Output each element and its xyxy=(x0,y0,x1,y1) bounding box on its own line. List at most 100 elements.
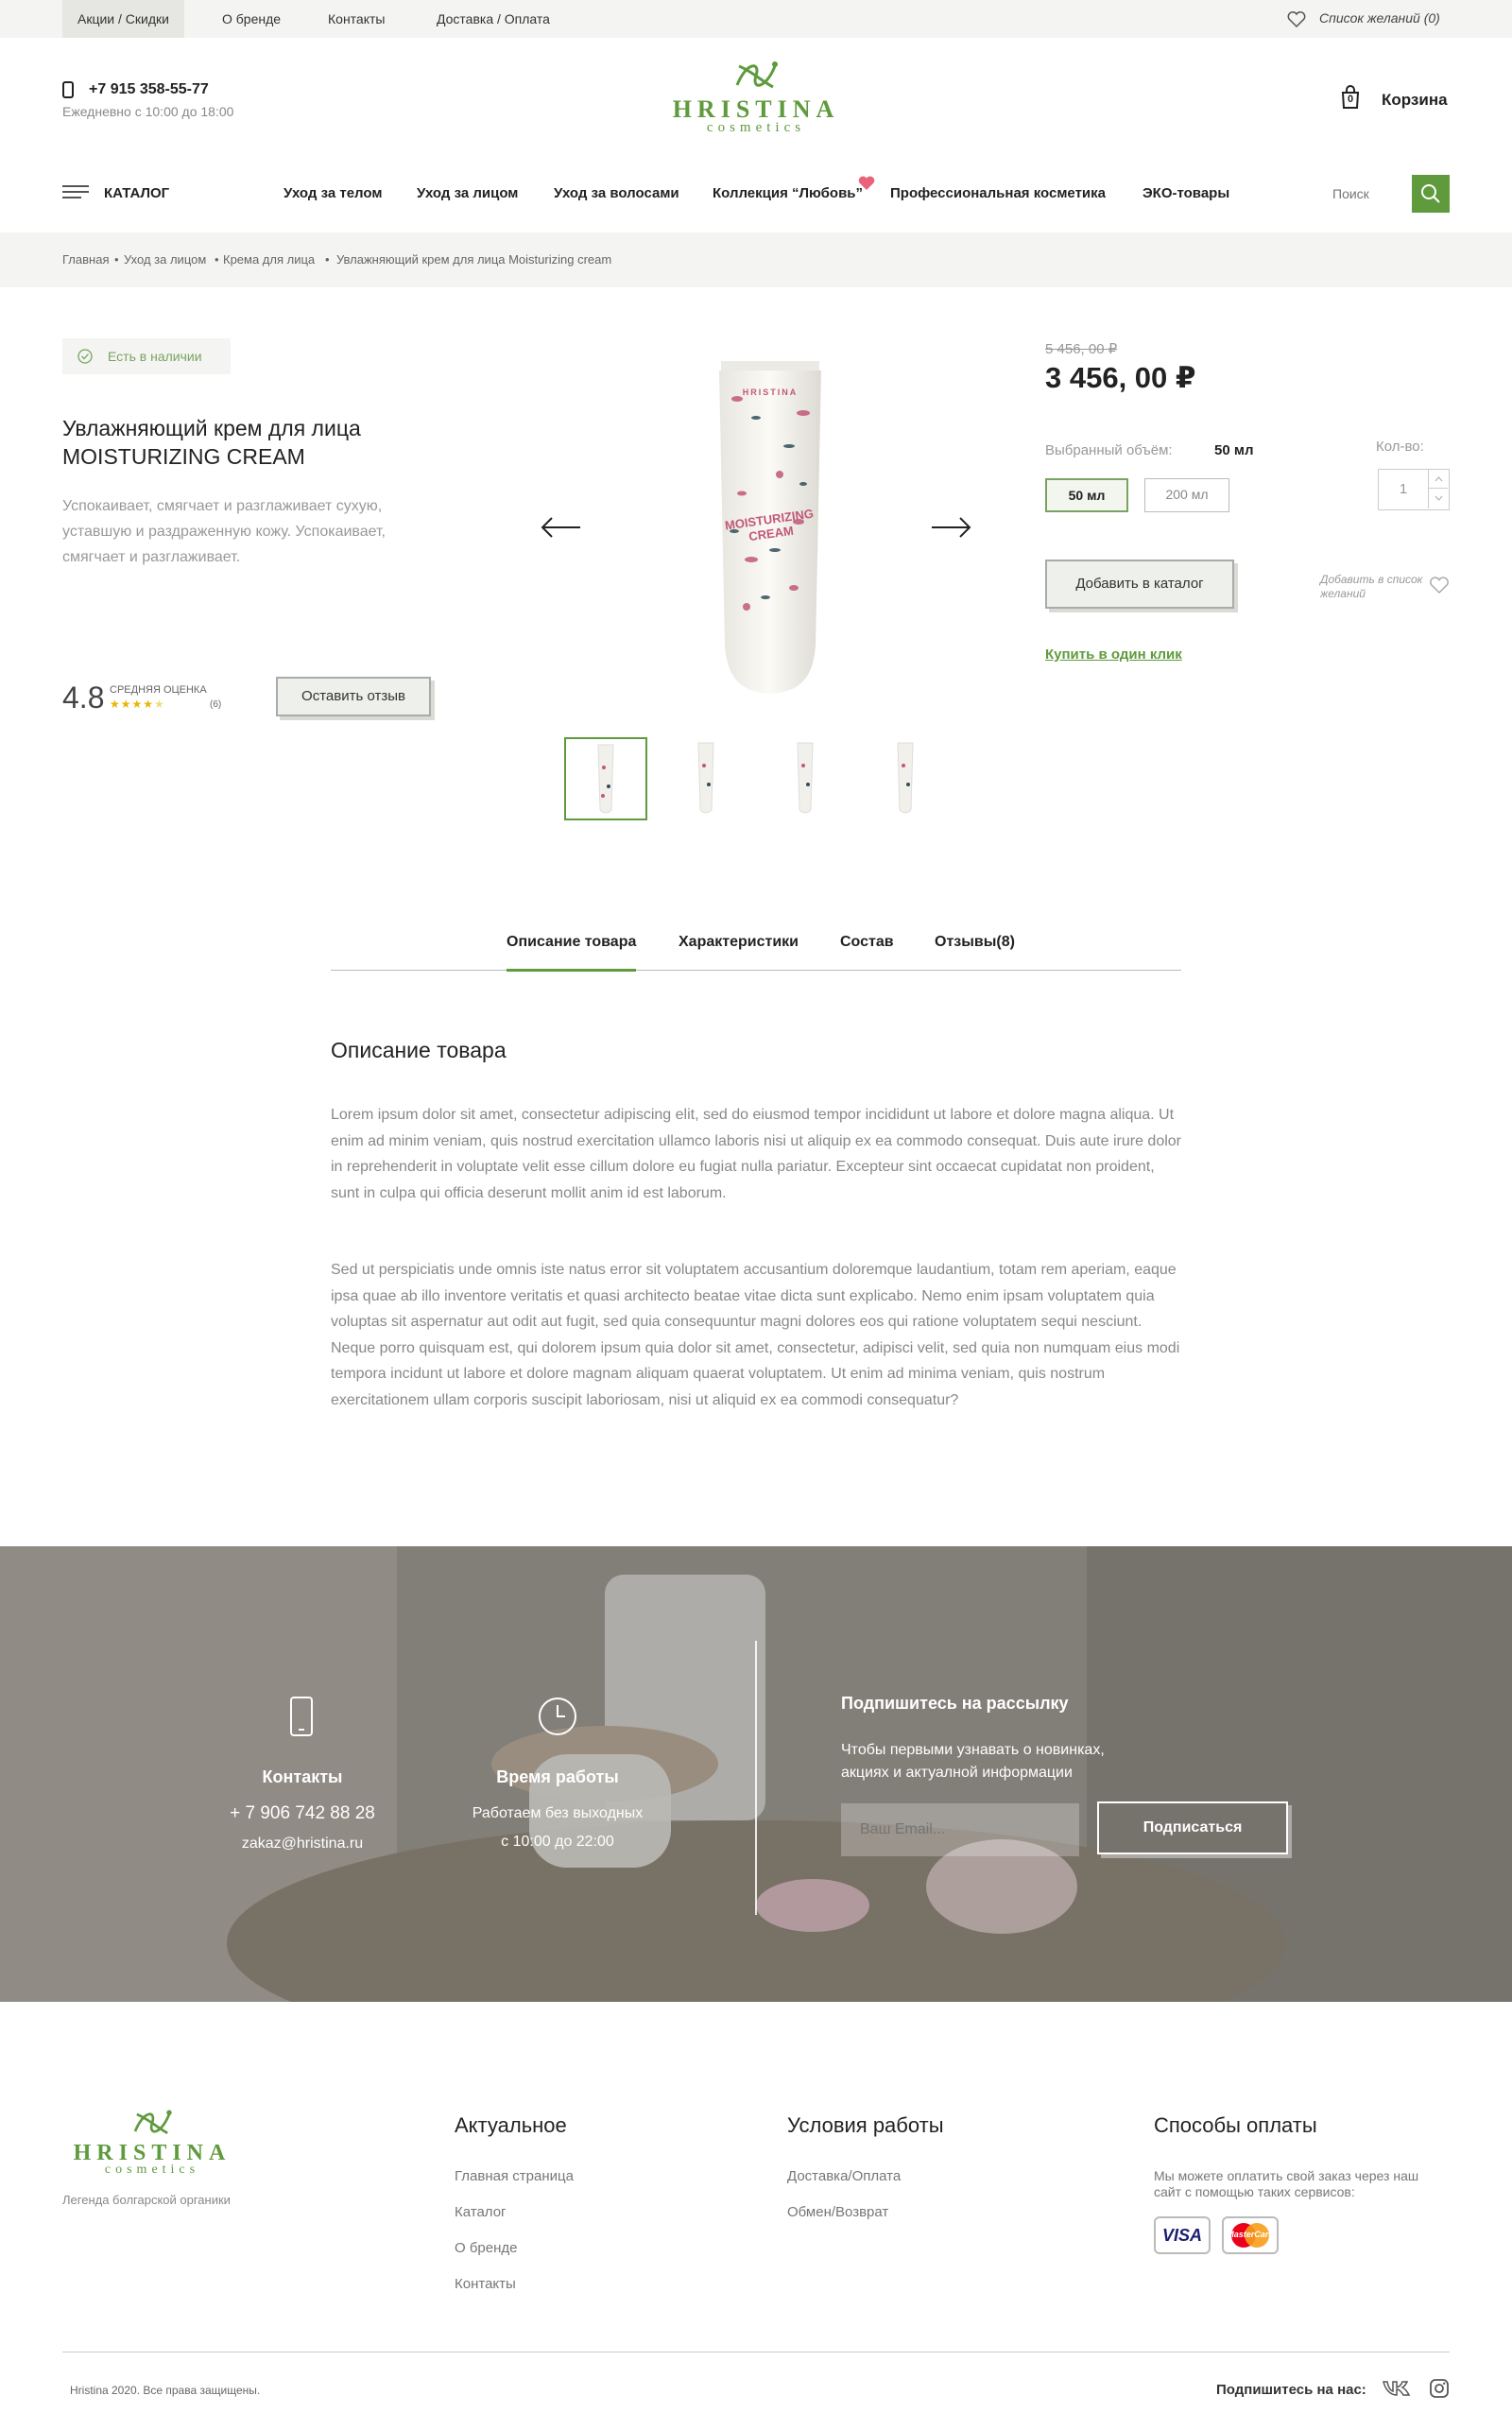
footer-link-contacts[interactable]: Контакты xyxy=(455,2276,516,2292)
qty-value[interactable]: 1 xyxy=(1379,470,1428,508)
description-paragraph-1: Lorem ipsum dolor sit amet, consectetur … xyxy=(331,1107,1181,1201)
logo-emblem-icon xyxy=(735,61,778,89)
qty-label: Кол-во: xyxy=(1376,439,1424,455)
vk-icon[interactable] xyxy=(1382,2378,1414,2399)
tab-description[interactable]: Описание товара xyxy=(507,934,636,951)
mastercard-label: MasterCard xyxy=(1227,2230,1274,2239)
heart-icon[interactable] xyxy=(1287,11,1306,27)
header-hours: Ежедневно с 10:00 до 18:00 xyxy=(62,104,234,119)
tabs-divider xyxy=(331,970,1181,971)
banner-hours-title: Время работы xyxy=(496,1767,619,1786)
thumbnail-1[interactable] xyxy=(564,737,647,820)
menu-icon[interactable] xyxy=(62,183,91,200)
breadcrumb-face-care[interactable]: Уход за лицом xyxy=(124,252,206,267)
footer-col1-title: Актуальное xyxy=(455,2113,567,2137)
stock-text: Есть в наличии xyxy=(108,349,202,364)
search-button[interactable] xyxy=(1412,175,1450,213)
qty-increase-button[interactable] xyxy=(1428,470,1448,489)
nav-professional[interactable]: Профессиональная косметика xyxy=(890,185,1106,201)
product-title: Увлажняющий крем для лица MOISTURIZING C… xyxy=(62,414,361,471)
phone-icon xyxy=(62,81,74,98)
leave-review-button[interactable]: Оставить отзыв xyxy=(276,677,431,716)
thumbnail-3[interactable] xyxy=(764,737,847,820)
banner-divider xyxy=(755,1641,757,1915)
tab-characteristics[interactable]: Характеристики xyxy=(679,934,799,951)
wishlist-link[interactable]: Список желаний (0) xyxy=(1319,10,1440,26)
arrow-left-icon[interactable] xyxy=(541,516,582,539)
thumbnail-2[interactable] xyxy=(664,737,747,820)
footer-tagline: Легенда болгарской органики xyxy=(62,2193,231,2207)
product-image: HRISTINA MOISTURIZING CREAM xyxy=(713,361,827,701)
cart-link[interactable]: Корзина xyxy=(1382,91,1448,110)
description-heading: Описание товара xyxy=(331,1038,507,1062)
instagram-icon[interactable] xyxy=(1429,2378,1450,2399)
add-to-wishlist-link[interactable]: Добавить в список желаний xyxy=(1320,573,1424,601)
clock-icon xyxy=(539,1698,576,1735)
footer-link-returns[interactable]: Обмен/Возврат xyxy=(787,2204,888,2220)
topbar-tab-contacts[interactable]: Контакты xyxy=(328,0,385,38)
nav-love-collection[interactable]: Коллекция “Любовь” xyxy=(713,185,863,201)
description-paragraph-2: Sed ut perspiciatis unde omnis iste natu… xyxy=(331,1262,1180,1408)
volume-option-200[interactable]: 200 мл xyxy=(1144,478,1229,512)
current-price: 3 456, 00 ₽ xyxy=(1045,361,1196,394)
nav-eco[interactable]: ЭКО-товары xyxy=(1143,185,1229,201)
cart-count: 0 xyxy=(1348,94,1354,105)
footer-logo[interactable]: HRISTINA cosmetics xyxy=(62,2106,242,2178)
stock-badge: Есть в наличии xyxy=(62,338,231,374)
tab-active-indicator xyxy=(507,969,636,972)
breadcrumb-current: Увлажняющий крем для лица Moisturizing c… xyxy=(336,252,612,267)
banner-hours-line2: с 10:00 до 22:00 xyxy=(501,1834,614,1850)
nav-hair-care[interactable]: Уход за волосами xyxy=(554,185,679,201)
rating-stars: ★★★★★ xyxy=(110,698,165,711)
tab-reviews[interactable]: Отзывы(8) xyxy=(935,934,1015,951)
nav-catalog[interactable]: КАТАЛОГ xyxy=(104,185,169,201)
topbar-tab-sales[interactable]: Акции / Скидки xyxy=(62,0,184,38)
subscribe-button[interactable]: Подписаться xyxy=(1097,1801,1288,1854)
newsletter-banner: Контакты + 7 906 742 88 28 zakaz@hristin… xyxy=(0,1546,1512,2002)
footer-link-catalog[interactable]: Каталог xyxy=(455,2204,507,2220)
heart-outline-icon[interactable] xyxy=(1429,577,1450,595)
topbar-tab-about[interactable]: О бренде xyxy=(222,0,281,38)
chevron-up-icon xyxy=(1435,476,1443,482)
banner-email[interactable]: zakaz@hristina.ru xyxy=(208,1835,397,1853)
subscribe-text: Чтобы первыми узнавать о новинках, акция… xyxy=(841,1739,1105,1784)
breadcrumb-home[interactable]: Главная xyxy=(62,252,109,267)
copyright: Hristina 2020. Все права защищены. xyxy=(70,2384,261,2397)
footer-link-home[interactable]: Главная страница xyxy=(455,2168,574,2184)
tab-ingredients[interactable]: Состав xyxy=(840,934,894,951)
visa-label: VISA xyxy=(1161,2226,1202,2245)
payment-text: Мы можете оплатить свой заказ через наш … xyxy=(1154,2168,1419,2199)
product-short-description: Успокаивает, смягчает и разглаживает сух… xyxy=(62,498,386,565)
social-label: Подпишитесь на нас: xyxy=(1216,2382,1366,2398)
email-field[interactable] xyxy=(841,1803,1079,1856)
breadcrumb-face-creams[interactable]: Крема для лица xyxy=(223,252,315,267)
product-title-line2: MOISTURIZING CREAM xyxy=(62,444,305,469)
old-price: 5 456, 00 ₽ xyxy=(1045,341,1118,357)
footer-link-delivery[interactable]: Доставка/Оплата xyxy=(787,2168,901,2184)
qty-decrease-button[interactable] xyxy=(1428,489,1448,508)
tube-brand: HRISTINA xyxy=(742,388,799,397)
footer-col2-title: Условия работы xyxy=(787,2113,944,2137)
search-icon xyxy=(1421,184,1440,203)
buy-one-click-link[interactable]: Купить в один клик xyxy=(1045,646,1182,663)
volume-option-50[interactable]: 50 мл xyxy=(1045,478,1128,512)
header-phone[interactable]: +7 915 358-55-77 xyxy=(89,81,209,98)
search-input[interactable] xyxy=(1332,175,1408,213)
heart-badge-icon xyxy=(858,176,875,190)
quantity-stepper[interactable]: 1 xyxy=(1378,469,1450,510)
mastercard-icon: MasterCard xyxy=(1222,2216,1279,2254)
product-title-line1: Увлажняющий крем для лица xyxy=(62,416,361,440)
nav-body-care[interactable]: Уход за телом xyxy=(284,185,382,201)
site-logo[interactable]: HRISTINA cosmetics xyxy=(652,57,860,136)
banner-hours-line1: Работаем без выходных xyxy=(472,1805,644,1821)
add-to-catalog-button[interactable]: Добавить в каталог xyxy=(1045,560,1234,609)
arrow-right-icon[interactable] xyxy=(930,516,971,539)
chevron-down-icon xyxy=(1435,495,1443,501)
banner-phone[interactable]: + 7 906 742 88 28 xyxy=(189,1803,416,1824)
topbar-tab-delivery[interactable]: Доставка / Оплата xyxy=(437,0,550,38)
subscribe-text-line1: Чтобы первыми узнавать о новинках, xyxy=(841,1742,1105,1758)
subscribe-title: Подпишитесь на рассылку xyxy=(841,1694,1069,1713)
thumbnail-4[interactable] xyxy=(864,737,947,820)
footer-link-about[interactable]: О бренде xyxy=(455,2240,518,2256)
nav-face-care[interactable]: Уход за лицом xyxy=(417,185,518,201)
